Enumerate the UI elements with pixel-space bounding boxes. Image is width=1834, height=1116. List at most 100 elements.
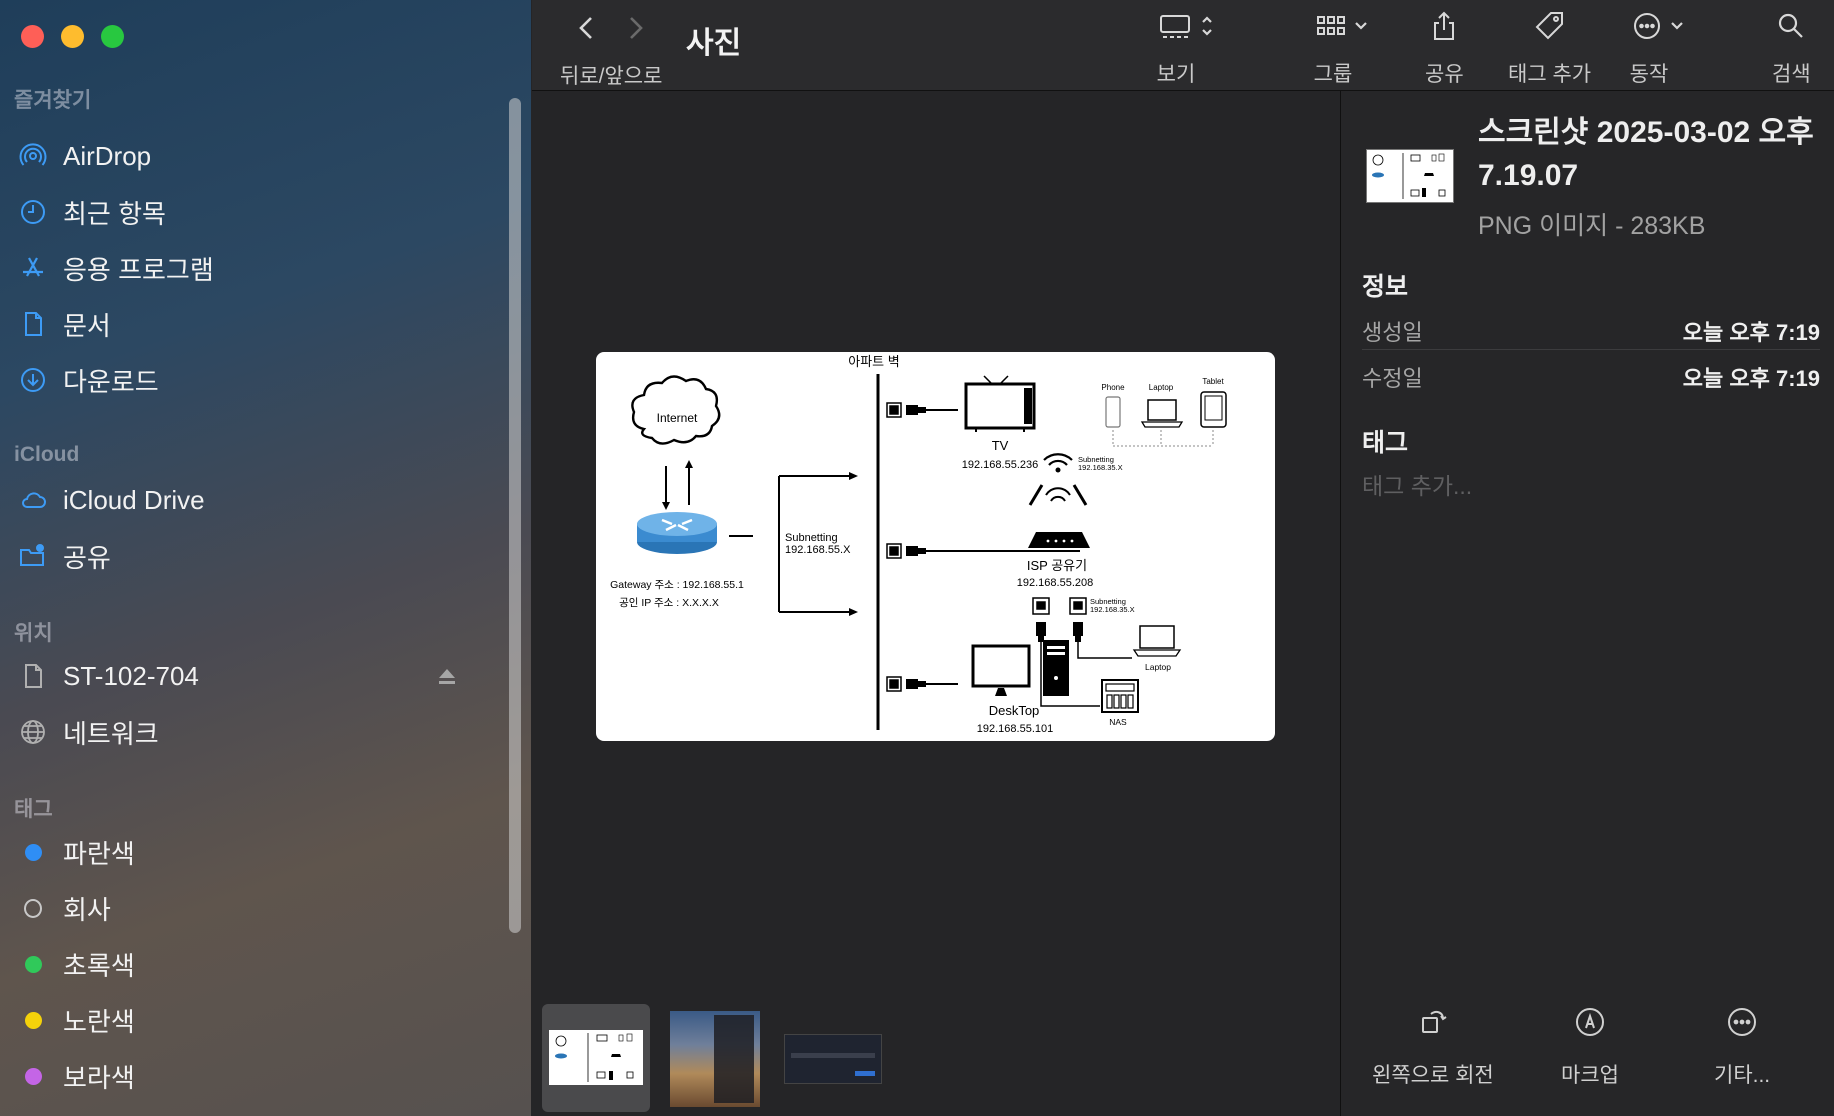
modified-label: 수정일 [1362, 366, 1423, 391]
section-title-favorites: 즐겨찾기 [14, 89, 92, 112]
sidebar-item-tag-purple[interactable]: 보라색 [18, 1054, 458, 1098]
sidebar-item-label: AirDrop [63, 140, 152, 171]
section-title-tags: 태그 [14, 798, 53, 821]
zoom-window-button[interactable] [101, 25, 124, 48]
sidebar-item-label: 보라색 [63, 1062, 135, 1093]
group-label: 그룹 [1313, 63, 1353, 86]
tv-icon [964, 382, 1036, 430]
sidebar-item-label: 다운로드 [63, 366, 159, 397]
tags-title: 태그 [1362, 429, 1409, 457]
sidebar-scrollbar[interactable] [509, 98, 521, 933]
sidebar-item-label: 파란색 [63, 838, 135, 869]
gallery-content: 아파트 벽 Internet Gateway 주소 : 192.168.55.1… [532, 91, 1340, 1116]
more-label: 기타... [1714, 1064, 1771, 1087]
sidebar-item-tag-work[interactable]: 회사 [18, 886, 458, 930]
more-button[interactable]: 기타... [1714, 1006, 1770, 1089]
isp-ip-label: 192.168.55.208 [1017, 577, 1093, 589]
sidebar-item-tag-yellow[interactable]: 노란색 [18, 998, 458, 1042]
desktop-label: DeskTop [989, 703, 1040, 718]
sidebar-item-airdrop[interactable]: AirDrop [18, 134, 458, 178]
sidebar-item-downloads[interactable]: 다운로드 [18, 358, 458, 402]
toolbar: 뒤로/앞으로 사진 보기 그룹 공유 태그 추가 동작 검색 [532, 0, 1834, 91]
image-preview[interactable]: 아파트 벽 Internet Gateway 주소 : 192.168.55.1… [596, 352, 1275, 741]
phone-label: Phone [1101, 383, 1125, 392]
eject-icon[interactable] [436, 664, 458, 695]
sidebar-item-label: 응용 프로그램 [63, 254, 214, 285]
sidebar-item-applications[interactable]: 응용 프로그램 [18, 246, 458, 290]
sidebar-item-shared[interactable]: 공유 [18, 534, 458, 578]
laptop-right-icon [1139, 625, 1175, 649]
rotate-left-icon [1417, 1006, 1449, 1043]
public-ip-label: 공인 IP 주소 : X.X.X.X [619, 597, 719, 609]
forward-icon[interactable] [626, 14, 646, 47]
sidebar-item-label: 노란색 [63, 1006, 135, 1037]
sidebar-item-tag-green[interactable]: 초록색 [18, 942, 458, 986]
airdrop-icon [18, 141, 48, 171]
view-button[interactable]: 보기 [1157, 8, 1214, 88]
thumbnail-desktop-screenshot[interactable] [670, 1011, 760, 1107]
markup-icon [1574, 1006, 1606, 1043]
sidebar-item-st-102-704[interactable]: ST-102-704 [18, 654, 458, 698]
info-divider [1362, 349, 1820, 350]
tv-label: TV [992, 438, 1009, 453]
tag-icon [1534, 10, 1566, 47]
window-title: 사진 [686, 27, 742, 60]
thumbnail-diagram-graphic [555, 1033, 634, 1082]
clock-icon [18, 197, 48, 227]
search-icon [1776, 11, 1806, 46]
internet-cloud-icon [631, 375, 721, 445]
info-title: 정보 [1362, 273, 1409, 301]
sidebar-item-documents[interactable]: 문서 [18, 302, 458, 346]
sidebar-item-label: 네트워크 [63, 718, 159, 749]
isp-label: ISP 공유기 [1027, 558, 1087, 573]
rotate-left-label: 왼쪽으로 회전 [1372, 1064, 1494, 1087]
sidebar-item-network[interactable]: 네트워크 [18, 710, 458, 754]
inspector-thumbnail-graphic [1372, 153, 1446, 199]
thumbnail-dialog-button [855, 1071, 875, 1076]
wall-label: 아파트 벽 [848, 354, 899, 369]
thumbnail-dialog-screenshot[interactable] [784, 1034, 882, 1084]
modified-value: 오늘 오후 7:19 [1682, 366, 1820, 391]
chevron-down-icon [1670, 12, 1684, 45]
network-diagram: 아파트 벽 Internet Gateway 주소 : 192.168.55.1… [610, 354, 1227, 735]
markup-label: 마크업 [1561, 1064, 1619, 1087]
action-button[interactable]: 동작 [1629, 8, 1684, 88]
group-button[interactable]: 그룹 [1313, 8, 1368, 88]
sidebar-item-recents[interactable]: 최근 항목 [18, 190, 458, 234]
laptop-top-label: Laptop [1149, 383, 1174, 392]
search-button[interactable]: 검색 [1772, 8, 1811, 88]
minimize-window-button[interactable] [61, 25, 84, 48]
tv-ip-label: 192.168.55.236 [962, 459, 1038, 471]
document-icon [18, 309, 48, 339]
laptop-label: Laptop [1145, 662, 1171, 672]
close-window-button[interactable] [21, 25, 44, 48]
applications-icon [18, 253, 48, 283]
subnet-lan-label-2: 192.168.35.X [1090, 605, 1135, 614]
phone-icon [1105, 396, 1121, 428]
add-tag-button[interactable]: 태그 추가 [1508, 8, 1591, 88]
add-tag-field[interactable]: 태그 추가... [1362, 467, 1472, 501]
share-button[interactable]: 공유 [1425, 8, 1464, 88]
sidebar-item-tag-blue[interactable]: 파란색 [18, 830, 458, 874]
created-row: 생성일 오늘 오후 7:19 [1362, 315, 1820, 347]
desktop-ip-label: 192.168.55.101 [977, 723, 1053, 735]
green-tag-dot [24, 955, 42, 973]
thumbnail-network-diagram[interactable] [549, 1030, 643, 1085]
desktop-icon [971, 640, 1069, 696]
back-icon[interactable] [576, 14, 596, 47]
created-value: 오늘 오후 7:19 [1682, 320, 1820, 345]
share-icon [1430, 10, 1458, 47]
action-label: 동작 [1629, 63, 1669, 86]
nav-buttons: 뒤로/앞으로 [560, 10, 662, 90]
file-icon [18, 661, 48, 691]
sidebar-item-icloud-drive[interactable]: iCloud Drive [18, 478, 458, 522]
search-label: 검색 [1772, 63, 1811, 86]
rotate-left-button[interactable]: 왼쪽으로 회전 [1372, 1006, 1494, 1089]
work-tag-dot [24, 898, 42, 918]
download-icon [18, 365, 48, 395]
markup-button[interactable]: 마크업 [1561, 1006, 1619, 1089]
file-name: 스크린샷 2025-03-02 오후 7.19.07 [1478, 116, 1814, 192]
nas-label: NAS [1109, 717, 1127, 727]
nav-label: 뒤로/앞으로 [560, 65, 663, 88]
sidebar-item-label: iCloud Drive [63, 484, 205, 515]
